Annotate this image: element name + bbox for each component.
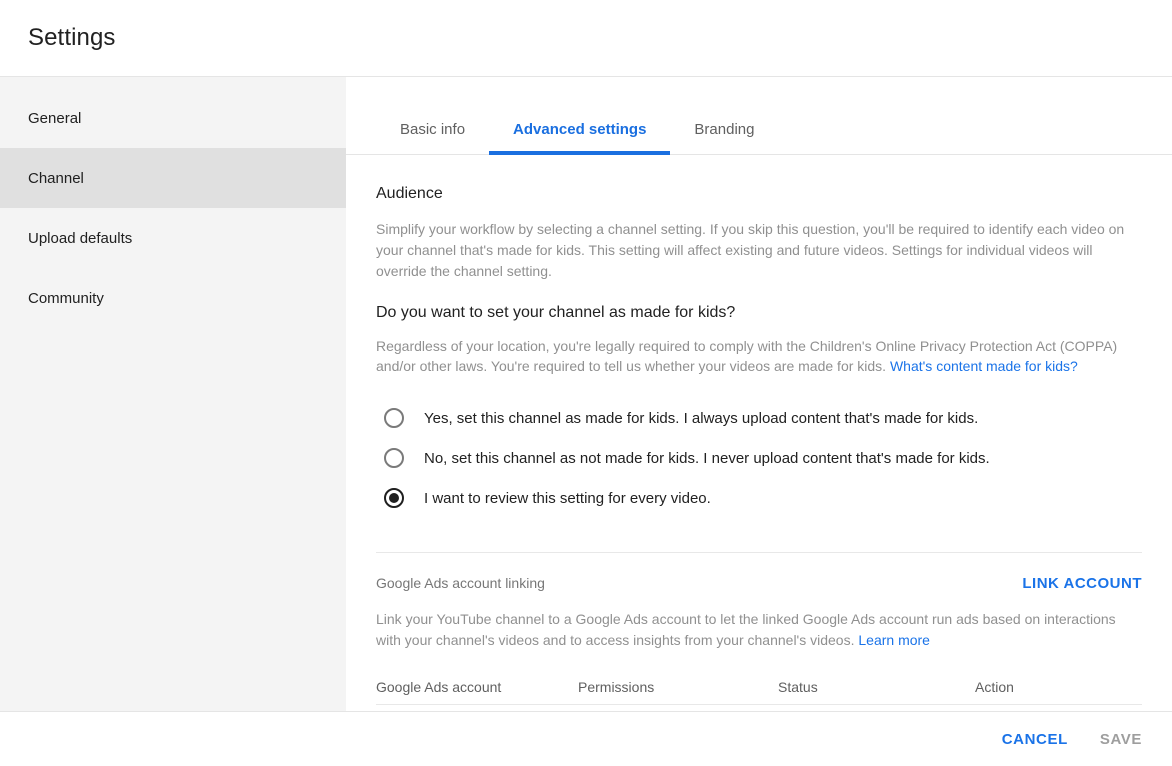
made-for-kids-radio-group: Yes, set this channel as made for kids. … [376,398,1142,518]
cancel-button[interactable]: CANCEL [986,723,1084,756]
tab-branding[interactable]: Branding [670,121,778,154]
column-header-action: Action [975,679,1014,695]
settings-sidebar: General Channel Upload defaults Communit… [0,77,346,711]
column-header-account: Google Ads account [376,679,502,695]
radio-option-label: Yes, set this channel as made for kids. … [424,409,979,427]
radio-checked-icon[interactable] [384,488,404,508]
column-header-status: Status [778,679,818,695]
sidebar-item-label: Channel [28,169,84,187]
settings-content: Basic info Advanced settings Branding Au… [346,77,1172,711]
settings-dialog: Settings General Channel Upload defaults… [0,0,1172,766]
audience-section-title: Audience [376,185,443,202]
column-header-permissions: Permissions [578,679,655,695]
radio-option-no[interactable]: No, set this channel as not made for kid… [384,438,1142,478]
dialog-header: Settings [0,0,1172,77]
google-ads-description-body: Link your YouTube channel to a Google Ad… [376,611,1116,648]
whats-content-made-for-kids-link[interactable]: What's content made for kids? [890,358,1078,374]
tab-label: Basic info [400,121,466,138]
radio-option-yes[interactable]: Yes, set this channel as made for kids. … [384,398,1142,438]
section-divider [376,552,1142,553]
sidebar-item-general[interactable]: General [0,88,346,148]
sidebar-item-label: General [28,109,82,127]
radio-option-label: No, set this channel as not made for kid… [424,449,990,467]
tab-advanced-settings[interactable]: Advanced settings [489,121,671,155]
advanced-settings-panel: Audience Simplify your workflow by selec… [346,155,1172,711]
dialog-body: General Channel Upload defaults Communit… [0,77,1172,711]
sidebar-item-community[interactable]: Community [0,268,346,328]
sidebar-item-channel[interactable]: Channel [0,148,346,208]
sidebar-item-label: Community [28,289,104,307]
tab-label: Branding [694,121,755,138]
google-ads-linking-label: Google Ads account linking [376,575,545,591]
coppa-legal-text: Regardless of your location, you're lega… [376,336,1128,376]
sidebar-item-label: Upload defaults [28,229,133,247]
radio-option-label: I want to review this setting for every … [424,489,711,507]
dialog-footer: CANCEL SAVE [0,711,1172,766]
tab-basic-info[interactable]: Basic info [376,121,489,154]
radio-unchecked-icon[interactable] [384,448,404,468]
save-button[interactable]: SAVE [1084,723,1158,756]
google-ads-table-header: Google Ads account Permissions Status Ac… [376,679,1142,705]
sidebar-item-upload-defaults[interactable]: Upload defaults [0,208,346,268]
made-for-kids-question: Do you want to set your channel as made … [376,304,736,321]
google-ads-description: Link your YouTube channel to a Google Ad… [376,609,1131,651]
radio-unchecked-icon[interactable] [384,408,404,428]
google-ads-header-row: Google Ads account linking LINK ACCOUNT [376,575,1142,592]
radio-option-review-every-video[interactable]: I want to review this setting for every … [384,478,1142,518]
tab-bar: Basic info Advanced settings Branding [346,77,1172,155]
link-account-button[interactable]: LINK ACCOUNT [1022,575,1142,592]
page-title: Settings [28,24,116,51]
audience-description: Simplify your workflow by selecting a ch… [376,221,1125,279]
learn-more-link[interactable]: Learn more [858,632,930,648]
tab-label: Advanced settings [513,121,647,138]
